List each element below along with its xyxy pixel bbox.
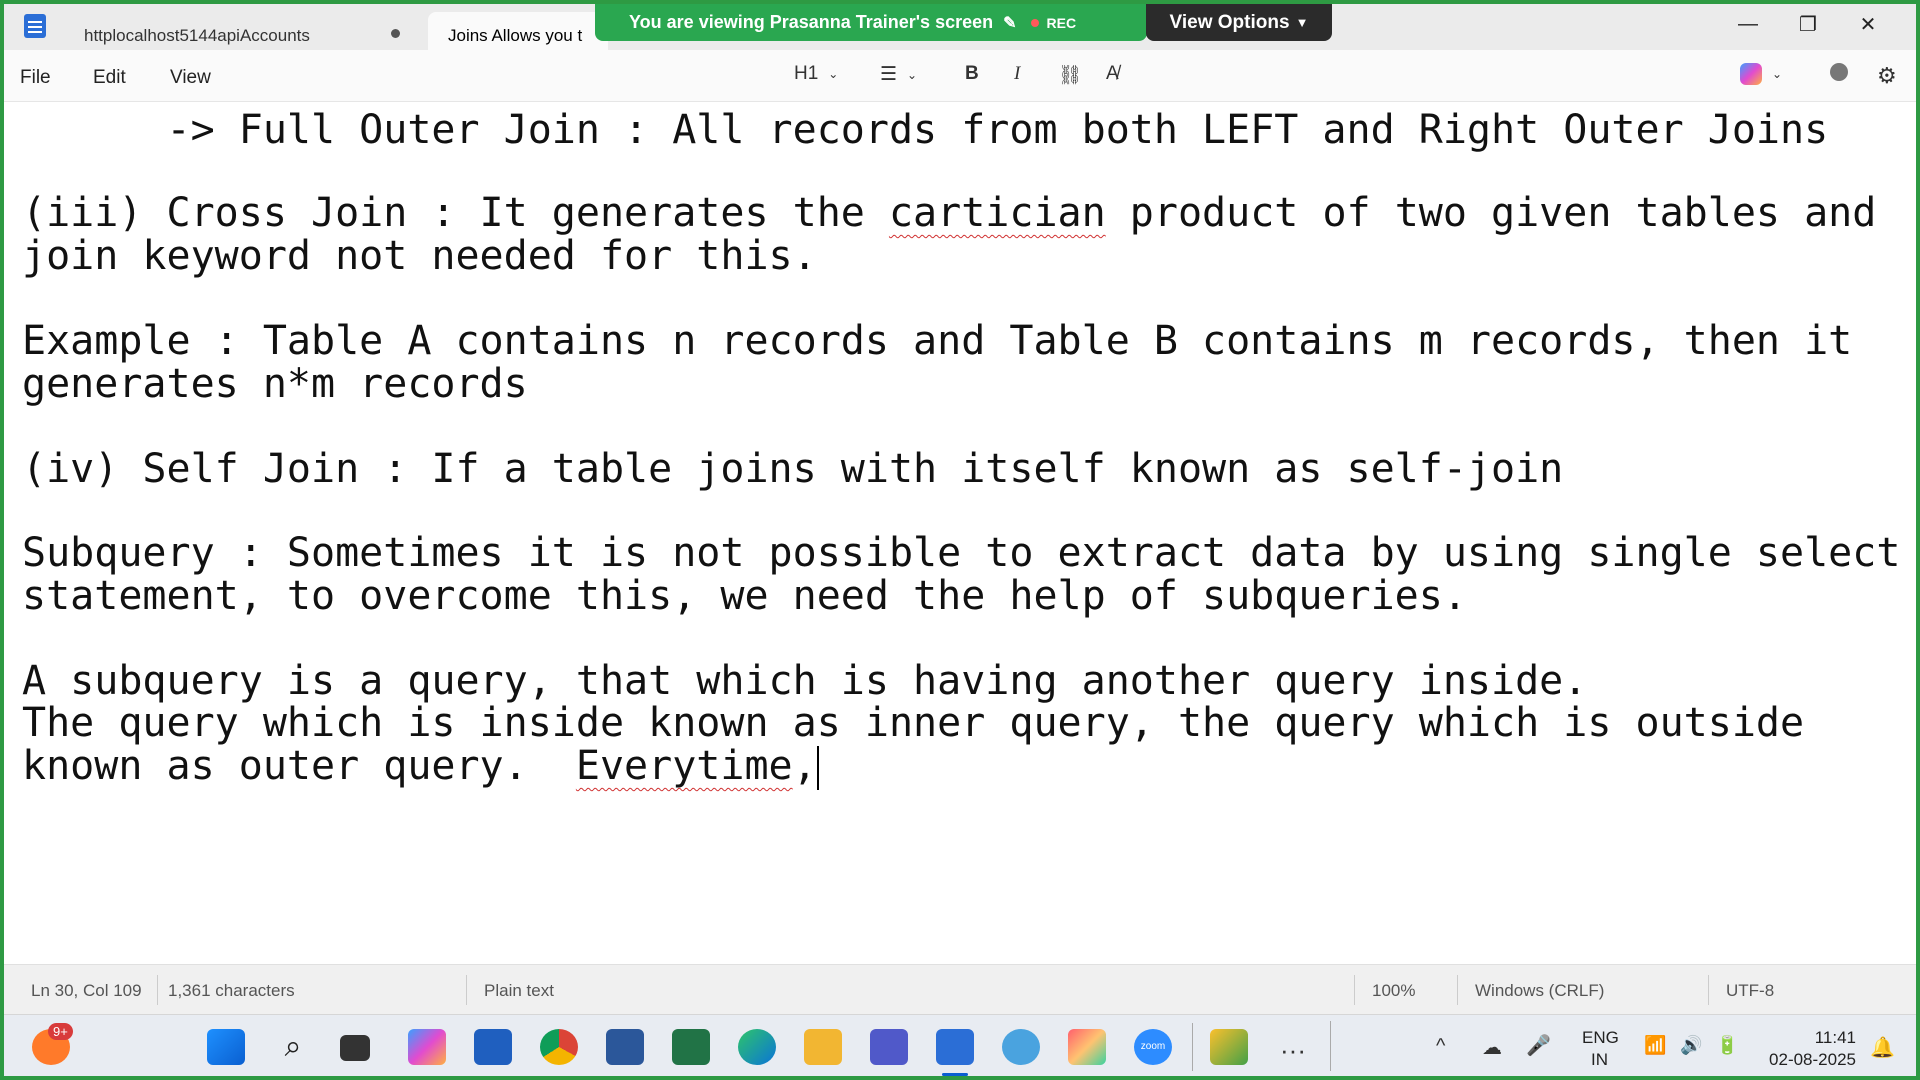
clock-time[interactable]: 11:41: [1780, 1028, 1856, 1048]
chrome-icon[interactable]: [540, 1029, 578, 1065]
clear-formatting-icon[interactable]: A̸: [1106, 63, 1119, 85]
screen-share-banner: You are viewing Prasanna Trainer's scree…: [595, 4, 1147, 41]
menu-bar: File Edit View H1 ⌄ ☰ ⌄ B I ⛓ A̸ ⌄ ⚙: [4, 50, 1916, 102]
close-button[interactable]: ✕: [1838, 4, 1898, 44]
word-icon[interactable]: [606, 1029, 644, 1065]
misspelled-word[interactable]: cartician: [889, 190, 1106, 236]
chevron-down-icon: ⌄: [1772, 67, 1783, 81]
chevron-down-icon: ⌄: [907, 67, 918, 82]
region-label[interactable]: IN: [1591, 1050, 1608, 1070]
snipping-tool-icon[interactable]: [1210, 1029, 1248, 1065]
editor-line: statement, to overcome this, we need the…: [22, 573, 1467, 619]
unsaved-dot-icon[interactable]: [391, 29, 400, 38]
editor-line: Example : Table A contains n records and…: [22, 318, 1853, 364]
menu-edit[interactable]: Edit: [93, 67, 126, 89]
account-icon[interactable]: [1830, 63, 1848, 81]
notepad-window: httplocalhost5144apiAccounts Joins Allow…: [4, 4, 1916, 1076]
tab-label: httplocalhost5144apiAccounts: [84, 26, 310, 45]
edge-icon[interactable]: [738, 1029, 776, 1065]
character-count: 1,361 characters: [168, 981, 295, 1000]
minimize-button[interactable]: —: [1718, 4, 1778, 44]
editor-line: known as outer query. Everytime,: [22, 743, 819, 790]
cursor-position: Ln 30, Col 109: [31, 981, 142, 1000]
status-bar: Ln 30, Col 109 1,361 characters Plain te…: [4, 964, 1916, 1014]
notepad-taskbar-icon[interactable]: [936, 1029, 974, 1065]
notification-center-icon[interactable]: 🔔: [1870, 1035, 1895, 1060]
tab-label: Joins Allows you t: [448, 26, 583, 45]
microphone-icon[interactable]: 🎤: [1526, 1033, 1551, 1058]
editor-line: -> Full Outer Join : All records from bo…: [22, 107, 1829, 153]
restore-button[interactable]: ❐: [1778, 4, 1838, 44]
copilot-icon[interactable]: [408, 1029, 446, 1065]
paint-icon[interactable]: [1002, 1029, 1040, 1065]
excel-icon[interactable]: [672, 1029, 710, 1065]
start-icon[interactable]: [207, 1029, 245, 1065]
rec-indicator: REC: [1030, 15, 1076, 31]
tab-joins[interactable]: Joins Allows you t: [428, 12, 608, 50]
volume-icon[interactable]: 🔊: [1680, 1035, 1702, 1056]
rec-dot-icon: [1030, 18, 1039, 27]
editor-line: A subquery is a query, that which is hav…: [22, 658, 1588, 704]
settings-gear-icon[interactable]: ⚙: [1877, 63, 1897, 89]
list-dropdown[interactable]: ☰ ⌄: [880, 63, 917, 86]
clock-date[interactable]: 02-08-2025: [1760, 1050, 1856, 1070]
notification-badge: 9+: [48, 1023, 73, 1040]
menu-view[interactable]: View: [170, 67, 211, 89]
editor-line: The query which is inside known as inner…: [22, 700, 1805, 746]
view-options-button[interactable]: View Options ▼: [1146, 4, 1332, 41]
task-view-icon[interactable]: [340, 1035, 370, 1061]
pen-icon: ✎: [1003, 14, 1017, 32]
file-explorer-icon[interactable]: [804, 1029, 842, 1065]
battery-icon[interactable]: 🔋: [1716, 1035, 1738, 1056]
chevron-down-icon: ▼: [1295, 15, 1309, 30]
zoom-app-icon[interactable]: zoom: [1134, 1029, 1172, 1065]
editor-line: (iii) Cross Join : It generates the cart…: [22, 190, 1877, 236]
list-icon: ☰: [880, 64, 898, 85]
search-icon[interactable]: ⌕: [274, 1029, 312, 1065]
copilot-icon: [1740, 63, 1762, 85]
file-format[interactable]: Plain text: [484, 981, 554, 1001]
teams-icon[interactable]: [870, 1029, 908, 1065]
onedrive-icon[interactable]: ☁: [1482, 1035, 1502, 1060]
editor-line: join keyword not needed for this.: [22, 233, 817, 279]
bold-button[interactable]: B: [965, 63, 979, 85]
zoom-level[interactable]: 100%: [1372, 981, 1415, 1001]
share-text: You are viewing Prasanna Trainer's scree…: [629, 12, 994, 32]
text-caret: [816, 746, 819, 790]
photos-icon[interactable]: [1068, 1029, 1106, 1065]
taskbar: 9+ ⌕ zoom ··· ^ ☁ 🎤 ENG IN 📶 🔊 🔋 11:41 0…: [4, 1014, 1916, 1076]
editor-line: generates n*m records: [22, 361, 528, 407]
notepad-icon: [24, 14, 46, 38]
active-app-indicator: [942, 1073, 968, 1076]
chevron-down-icon: ⌄: [828, 67, 839, 81]
misspelled-word[interactable]: Everytime: [576, 743, 793, 789]
chevron-up-icon[interactable]: ^: [1436, 1035, 1445, 1058]
taskbar-divider: [1330, 1021, 1331, 1071]
store-icon[interactable]: [474, 1029, 512, 1065]
menu-file[interactable]: File: [20, 67, 51, 89]
wifi-icon[interactable]: 📶: [1644, 1035, 1666, 1056]
copilot-dropdown[interactable]: ⌄: [1740, 63, 1782, 85]
link-icon[interactable]: ⛓: [1058, 63, 1082, 87]
encoding[interactable]: UTF-8: [1726, 981, 1774, 1001]
editor-line: (iv) Self Join : If a table joins with i…: [22, 446, 1564, 492]
more-apps-icon[interactable]: ···: [1280, 1035, 1306, 1066]
taskbar-divider: [1192, 1023, 1193, 1071]
italic-button[interactable]: I: [1014, 63, 1020, 85]
heading-dropdown[interactable]: H1 ⌄: [794, 63, 838, 85]
tab-accounts[interactable]: httplocalhost5144apiAccounts: [64, 12, 428, 50]
text-editor[interactable]: -> Full Outer Join : All records from bo…: [4, 102, 1916, 964]
line-ending[interactable]: Windows (CRLF): [1475, 981, 1604, 1001]
editor-line: Subquery : Sometimes it is not possible …: [22, 530, 1901, 576]
language-label[interactable]: ENG: [1582, 1028, 1619, 1048]
